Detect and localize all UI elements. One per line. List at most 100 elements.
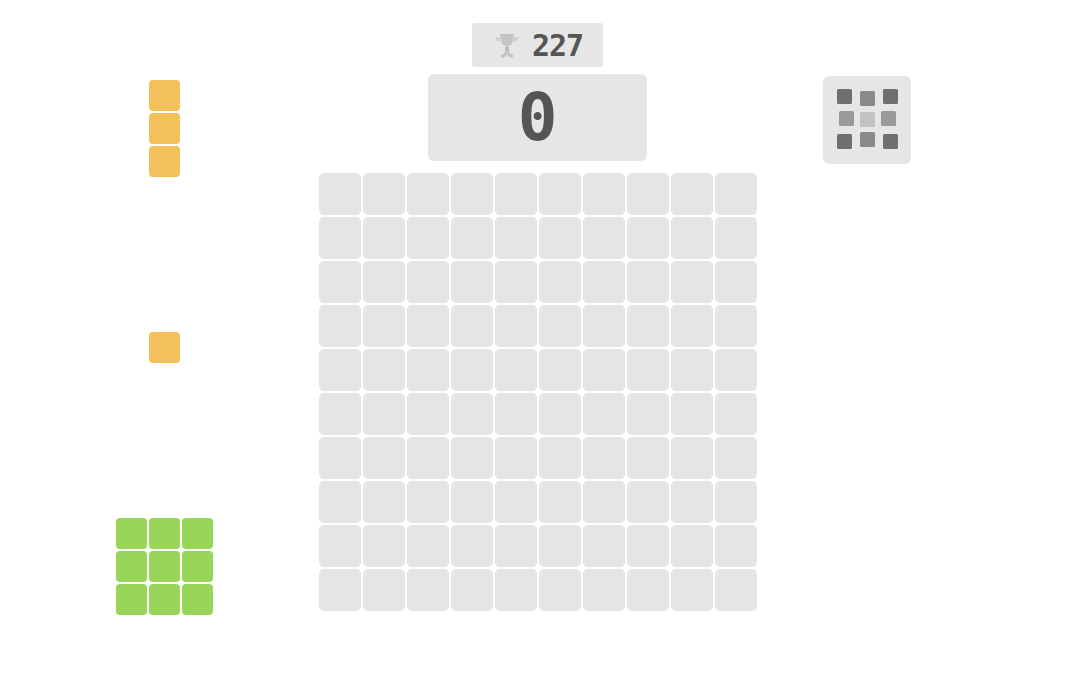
board-cell[interactable] [627,305,669,347]
board-cell[interactable] [715,173,757,215]
board-cell[interactable] [363,393,405,435]
board-cell[interactable] [583,349,625,391]
board-cell[interactable] [627,217,669,259]
board-cell[interactable] [583,569,625,611]
board-cell[interactable] [495,393,537,435]
board-cell[interactable] [671,261,713,303]
board-cell[interactable] [319,393,361,435]
board-cell[interactable] [451,305,493,347]
board-cell[interactable] [495,525,537,567]
board-cell[interactable] [671,217,713,259]
board-cell[interactable] [495,261,537,303]
board-cell[interactable] [363,525,405,567]
board-cell[interactable] [583,393,625,435]
board-cell[interactable] [627,393,669,435]
board-cell[interactable] [451,569,493,611]
board-cell[interactable] [627,173,669,215]
board-cell[interactable] [319,261,361,303]
board-cell[interactable] [451,481,493,523]
board-cell[interactable] [539,525,581,567]
board-cell[interactable] [495,569,537,611]
board-cell[interactable] [671,305,713,347]
board-cell[interactable] [583,481,625,523]
board-cell[interactable] [539,569,581,611]
board-cell[interactable] [715,525,757,567]
board-cell[interactable] [451,349,493,391]
board-cell[interactable] [363,305,405,347]
board-cell[interactable] [407,525,449,567]
board-cell[interactable] [671,481,713,523]
board-cell[interactable] [627,349,669,391]
board-cell[interactable] [407,305,449,347]
board-cell[interactable] [539,261,581,303]
board-cell[interactable] [627,261,669,303]
menu-button[interactable] [823,76,911,164]
board-cell[interactable] [495,437,537,479]
board-cell[interactable] [583,525,625,567]
board-cell[interactable] [363,569,405,611]
board-cell[interactable] [407,261,449,303]
board-cell[interactable] [539,173,581,215]
board-cell[interactable] [671,393,713,435]
board-cell[interactable] [363,261,405,303]
board-cell[interactable] [715,217,757,259]
board-cell[interactable] [319,437,361,479]
board-cell[interactable] [495,349,537,391]
board-cell[interactable] [407,393,449,435]
piece[interactable] [149,332,180,363]
board-cell[interactable] [407,217,449,259]
board-cell[interactable] [495,305,537,347]
board-cell[interactable] [451,437,493,479]
board-cell[interactable] [539,305,581,347]
board-cell[interactable] [319,305,361,347]
board-cell[interactable] [407,437,449,479]
board-cell[interactable] [715,437,757,479]
board-cell[interactable] [451,393,493,435]
board-cell[interactable] [627,437,669,479]
board-cell[interactable] [451,217,493,259]
board-cell[interactable] [451,525,493,567]
board-cell[interactable] [715,305,757,347]
board-cell[interactable] [671,525,713,567]
board-cell[interactable] [627,525,669,567]
board-cell[interactable] [407,481,449,523]
board-cell[interactable] [363,481,405,523]
board-cell[interactable] [407,569,449,611]
board-cell[interactable] [319,525,361,567]
piece[interactable] [149,80,180,177]
board-cell[interactable] [495,217,537,259]
board-cell[interactable] [319,569,361,611]
board-cell[interactable] [539,393,581,435]
board-cell[interactable] [671,349,713,391]
board-cell[interactable] [715,481,757,523]
board-cell[interactable] [583,217,625,259]
board-cell[interactable] [583,173,625,215]
board-cell[interactable] [407,349,449,391]
board-cell[interactable] [451,261,493,303]
board-cell[interactable] [363,437,405,479]
board-cell[interactable] [319,481,361,523]
board-cell[interactable] [627,481,669,523]
board-cell[interactable] [715,393,757,435]
board-cell[interactable] [715,569,757,611]
board-cell[interactable] [363,173,405,215]
board-cell[interactable] [671,437,713,479]
board-cell[interactable] [583,305,625,347]
board-cell[interactable] [319,217,361,259]
board-cell[interactable] [495,481,537,523]
board-cell[interactable] [539,481,581,523]
board-cell[interactable] [627,569,669,611]
board-cell[interactable] [319,349,361,391]
board-cell[interactable] [407,173,449,215]
board-cell[interactable] [539,437,581,479]
board-cell[interactable] [363,349,405,391]
board-cell[interactable] [539,349,581,391]
board[interactable] [319,173,757,611]
board-cell[interactable] [583,261,625,303]
board-cell[interactable] [319,173,361,215]
piece[interactable] [116,518,213,615]
board-cell[interactable] [495,173,537,215]
board-cell[interactable] [671,173,713,215]
board-cell[interactable] [583,437,625,479]
board-cell[interactable] [539,217,581,259]
